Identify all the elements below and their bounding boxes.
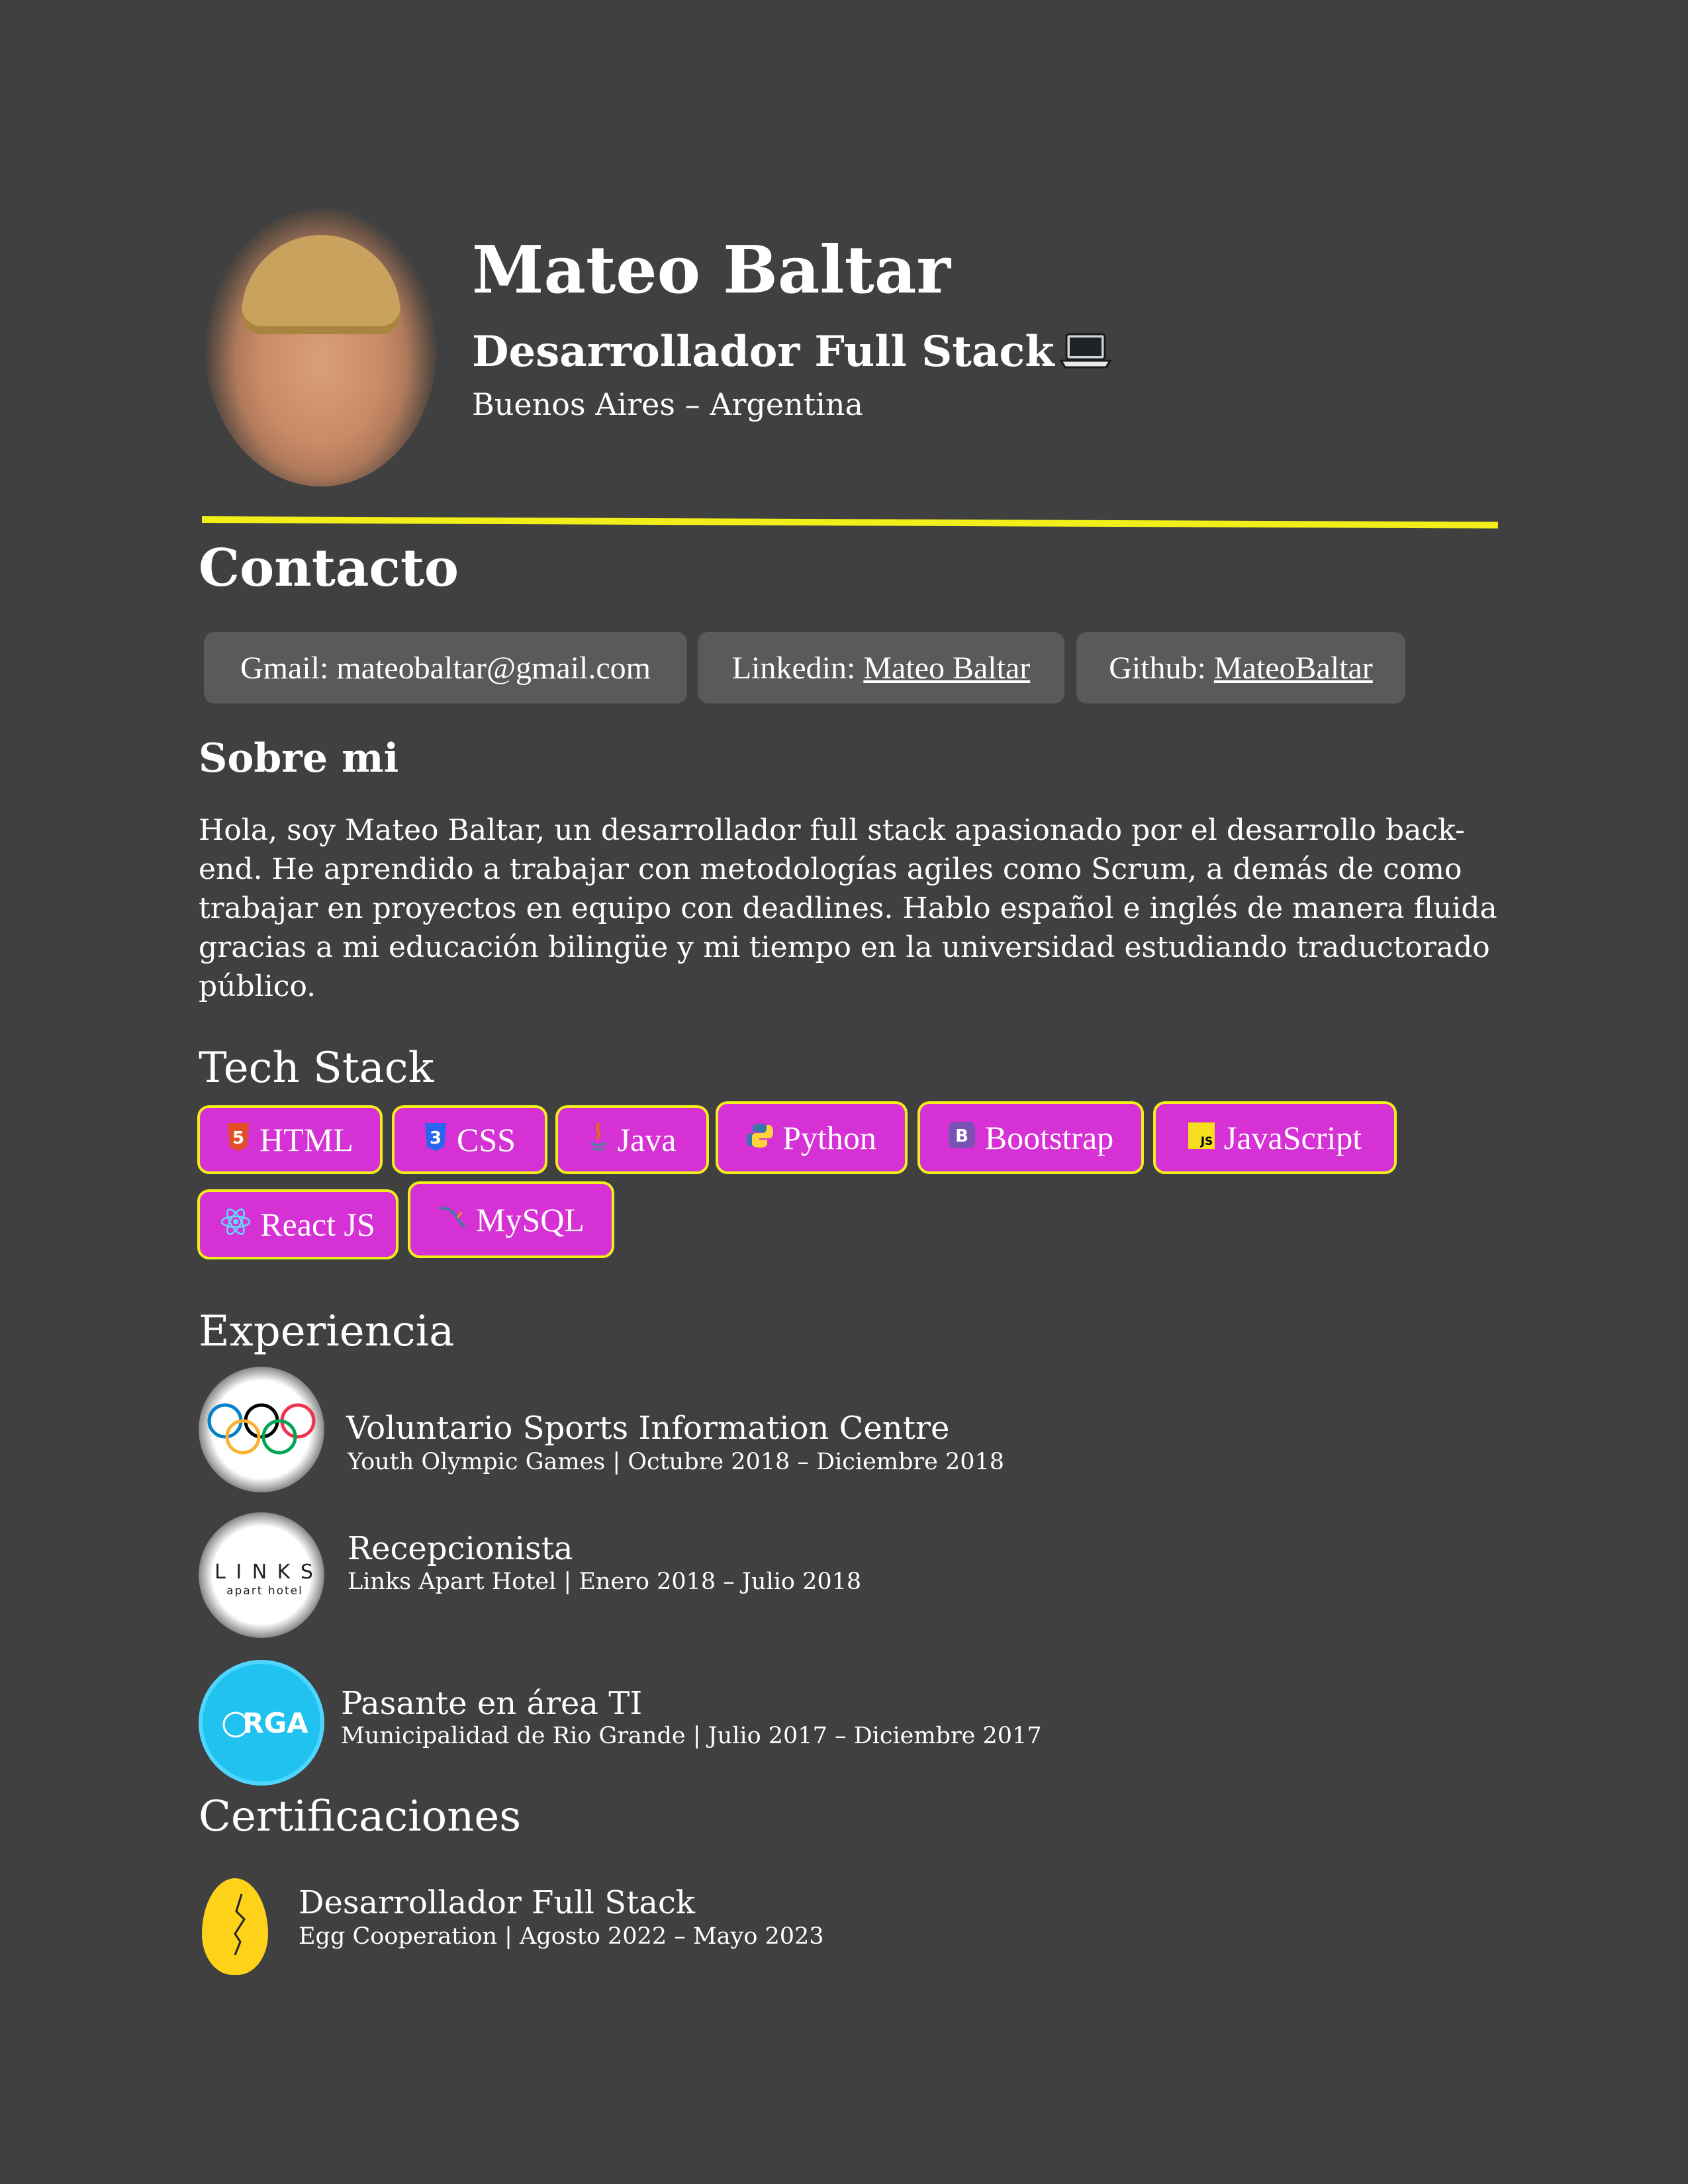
github-link[interactable]: MateoBaltar xyxy=(1214,650,1373,686)
tech-label: Python xyxy=(782,1119,876,1156)
tech-chip-mysql: MySQL xyxy=(408,1181,614,1258)
contact-github-pill[interactable]: Github: MateoBaltar xyxy=(1076,632,1405,704)
certifications-title: Certificaciones xyxy=(199,1792,522,1841)
rga-logo-text: RGA xyxy=(242,1707,308,1739)
bootstrap-icon: B xyxy=(948,1118,976,1157)
about-title: Sobre mi xyxy=(199,735,399,782)
tech-label: JavaScript xyxy=(1223,1119,1362,1156)
laptop-icon xyxy=(1059,332,1112,377)
tech-chip-css: 3 CSS xyxy=(392,1105,547,1174)
about-text: Hola, soy Mateo Baltar, un desarrollador… xyxy=(199,813,1497,1003)
linkedin-link[interactable]: Mateo Baltar xyxy=(863,650,1030,686)
javascript-icon: JS xyxy=(1188,1118,1215,1157)
tech-label: Java xyxy=(617,1121,677,1158)
egg-logo xyxy=(202,1878,268,1975)
experience-item-title: Recepcionista xyxy=(348,1530,573,1567)
tech-title: Tech Stack xyxy=(199,1044,434,1093)
tech-label: HTML xyxy=(259,1121,353,1158)
tech-chip-javascript: JS JavaScript xyxy=(1153,1101,1397,1174)
java-icon xyxy=(588,1120,608,1159)
role-heading: Desarrollador Full Stack xyxy=(472,331,1112,377)
svg-text:JS: JS xyxy=(1200,1135,1213,1148)
svg-text:B: B xyxy=(955,1126,968,1146)
experience-item-subtitle: Youth Olympic Games | Octubre 2018 – Dic… xyxy=(348,1449,1005,1475)
html5-icon: 5 xyxy=(226,1120,250,1159)
contact-linkedin-pill[interactable]: Linkedin: Mateo Baltar xyxy=(698,632,1064,704)
experience-item-title: Voluntario Sports Information Centre xyxy=(346,1410,950,1447)
contact-title: Contacto xyxy=(199,538,459,598)
tech-chip-java: Java xyxy=(555,1105,709,1174)
rga-logo: RGA xyxy=(199,1660,324,1786)
tech-chip-react: React JS xyxy=(197,1189,399,1259)
mysql-icon xyxy=(438,1201,467,1239)
python-icon xyxy=(747,1118,774,1157)
tech-label: React JS xyxy=(260,1206,375,1243)
contact-linkedin-label: Linkedin: xyxy=(731,650,856,686)
experience-item-title: Pasante en área TI xyxy=(341,1685,643,1722)
contact-email-value[interactable]: mateobaltar@gmail.com xyxy=(336,650,651,686)
css3-icon: 3 xyxy=(424,1120,447,1159)
profile-photo xyxy=(205,208,437,486)
role-text: Desarrollador Full Stack xyxy=(472,327,1055,377)
tech-chip-bootstrap: B Bootstrap xyxy=(917,1101,1144,1174)
name-heading: Mateo Baltar xyxy=(472,232,951,308)
certification-item-subtitle: Egg Cooperation | Agosto 2022 – Mayo 202… xyxy=(299,1923,824,1950)
tech-label: CSS xyxy=(457,1121,516,1158)
contact-github-label: Github: xyxy=(1109,650,1206,686)
certification-item-title: Desarrollador Full Stack xyxy=(299,1884,696,1921)
contact-email-label: Gmail: xyxy=(240,650,329,686)
svg-text:3: 3 xyxy=(430,1128,442,1148)
beanie-shape xyxy=(242,235,400,334)
svg-text:5: 5 xyxy=(232,1128,244,1148)
experience-title: Experiencia xyxy=(199,1307,455,1356)
links-logo-text: L I N K S xyxy=(214,1561,315,1584)
olympic-rings-logo xyxy=(199,1367,324,1492)
header-divider xyxy=(201,516,1499,529)
location-text: Buenos Aires – Argentina xyxy=(472,387,863,422)
tech-label: MySQL xyxy=(476,1201,585,1238)
tech-label: Bootstrap xyxy=(984,1119,1114,1156)
tech-chip-html: 5 HTML xyxy=(197,1105,383,1174)
links-hotel-logo: L I N K S apart hotel xyxy=(199,1512,324,1638)
links-logo-subtext: apart hotel xyxy=(226,1584,303,1598)
experience-item-subtitle: Links Apart Hotel | Enero 2018 – Julio 2… xyxy=(348,1569,862,1595)
tech-chip-python: Python xyxy=(716,1101,908,1174)
contact-email-pill[interactable]: Gmail: mateobaltar@gmail.com xyxy=(204,632,687,704)
react-icon xyxy=(220,1205,251,1244)
experience-item-subtitle: Municipalidad de Rio Grande | Julio 2017… xyxy=(341,1723,1042,1749)
